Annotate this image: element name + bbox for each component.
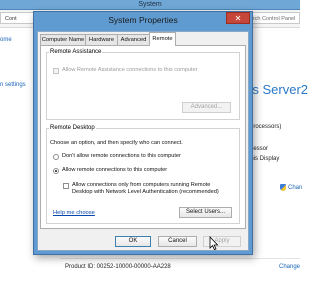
dialog-title: System Properties (108, 15, 178, 25)
advanced-button[interactable]: Advanced... (182, 102, 231, 113)
nla-checkbox-label-line1: Allow connections only from computers ru… (72, 182, 211, 188)
remote-assistance-label: Remote Assistance (49, 49, 103, 55)
nla-checkbox-label-line2: Desktop with Network Level Authenticatio… (72, 189, 219, 195)
ok-button[interactable]: OK (115, 236, 151, 247)
allow-radio[interactable] (53, 168, 59, 174)
dont-allow-radio[interactable] (53, 154, 59, 160)
remote-tab-panel: Remote Assistance Allow Remote Assistanc… (40, 45, 246, 229)
address-bar[interactable]: Cont (0, 12, 34, 24)
system-window-title: System (138, 1, 162, 8)
nla-checkbox[interactable] (63, 183, 69, 189)
remote-assistance-checkbox[interactable] (53, 68, 59, 74)
close-button[interactable]: ✕ (226, 12, 250, 24)
tab-hardware[interactable]: Hardware (85, 34, 118, 45)
tab-computer-name[interactable]: Computer Name (40, 34, 86, 45)
remote-assistance-checkbox-label: Allow Remote Assistance connections to t… (62, 67, 198, 73)
mouse-cursor-icon (209, 236, 219, 251)
shield-icon (280, 184, 286, 191)
product-id: Product ID: 00252-10000-00000-AA228 (65, 264, 171, 270)
system-properties-dialog: System Properties ✕ Computer Name Hardwa… (33, 11, 253, 255)
divider (60, 258, 300, 259)
cancel-button[interactable]: Cancel (158, 236, 197, 247)
select-users-button[interactable]: Select Users... (179, 207, 232, 218)
control-panel-home-link[interactable]: ome (0, 37, 12, 43)
remote-desktop-label: Remote Desktop (49, 125, 96, 131)
tab-advanced[interactable]: Advanced (117, 34, 150, 45)
change-product-key-link[interactable]: Change (279, 264, 300, 270)
dialog-body: Computer Name Hardware Advanced Remote R… (37, 31, 249, 251)
tab-remote[interactable]: Remote (149, 32, 176, 46)
change-settings-link[interactable]: Chan (280, 184, 302, 191)
remote-desktop-instructions: Choose an option, and then specify who c… (50, 140, 183, 146)
advanced-system-settings-link[interactable]: n settings (0, 82, 26, 88)
change-settings-label: Chan (288, 185, 303, 192)
close-icon: ✕ (234, 14, 242, 23)
system-window-titlebar: System (0, 0, 300, 10)
allow-radio-label: Allow remote connections to this compute… (62, 167, 168, 173)
dont-allow-radio-label: Don't allow remote connections to this c… (62, 153, 181, 159)
help-me-choose-link[interactable]: Help me choose (53, 210, 95, 216)
